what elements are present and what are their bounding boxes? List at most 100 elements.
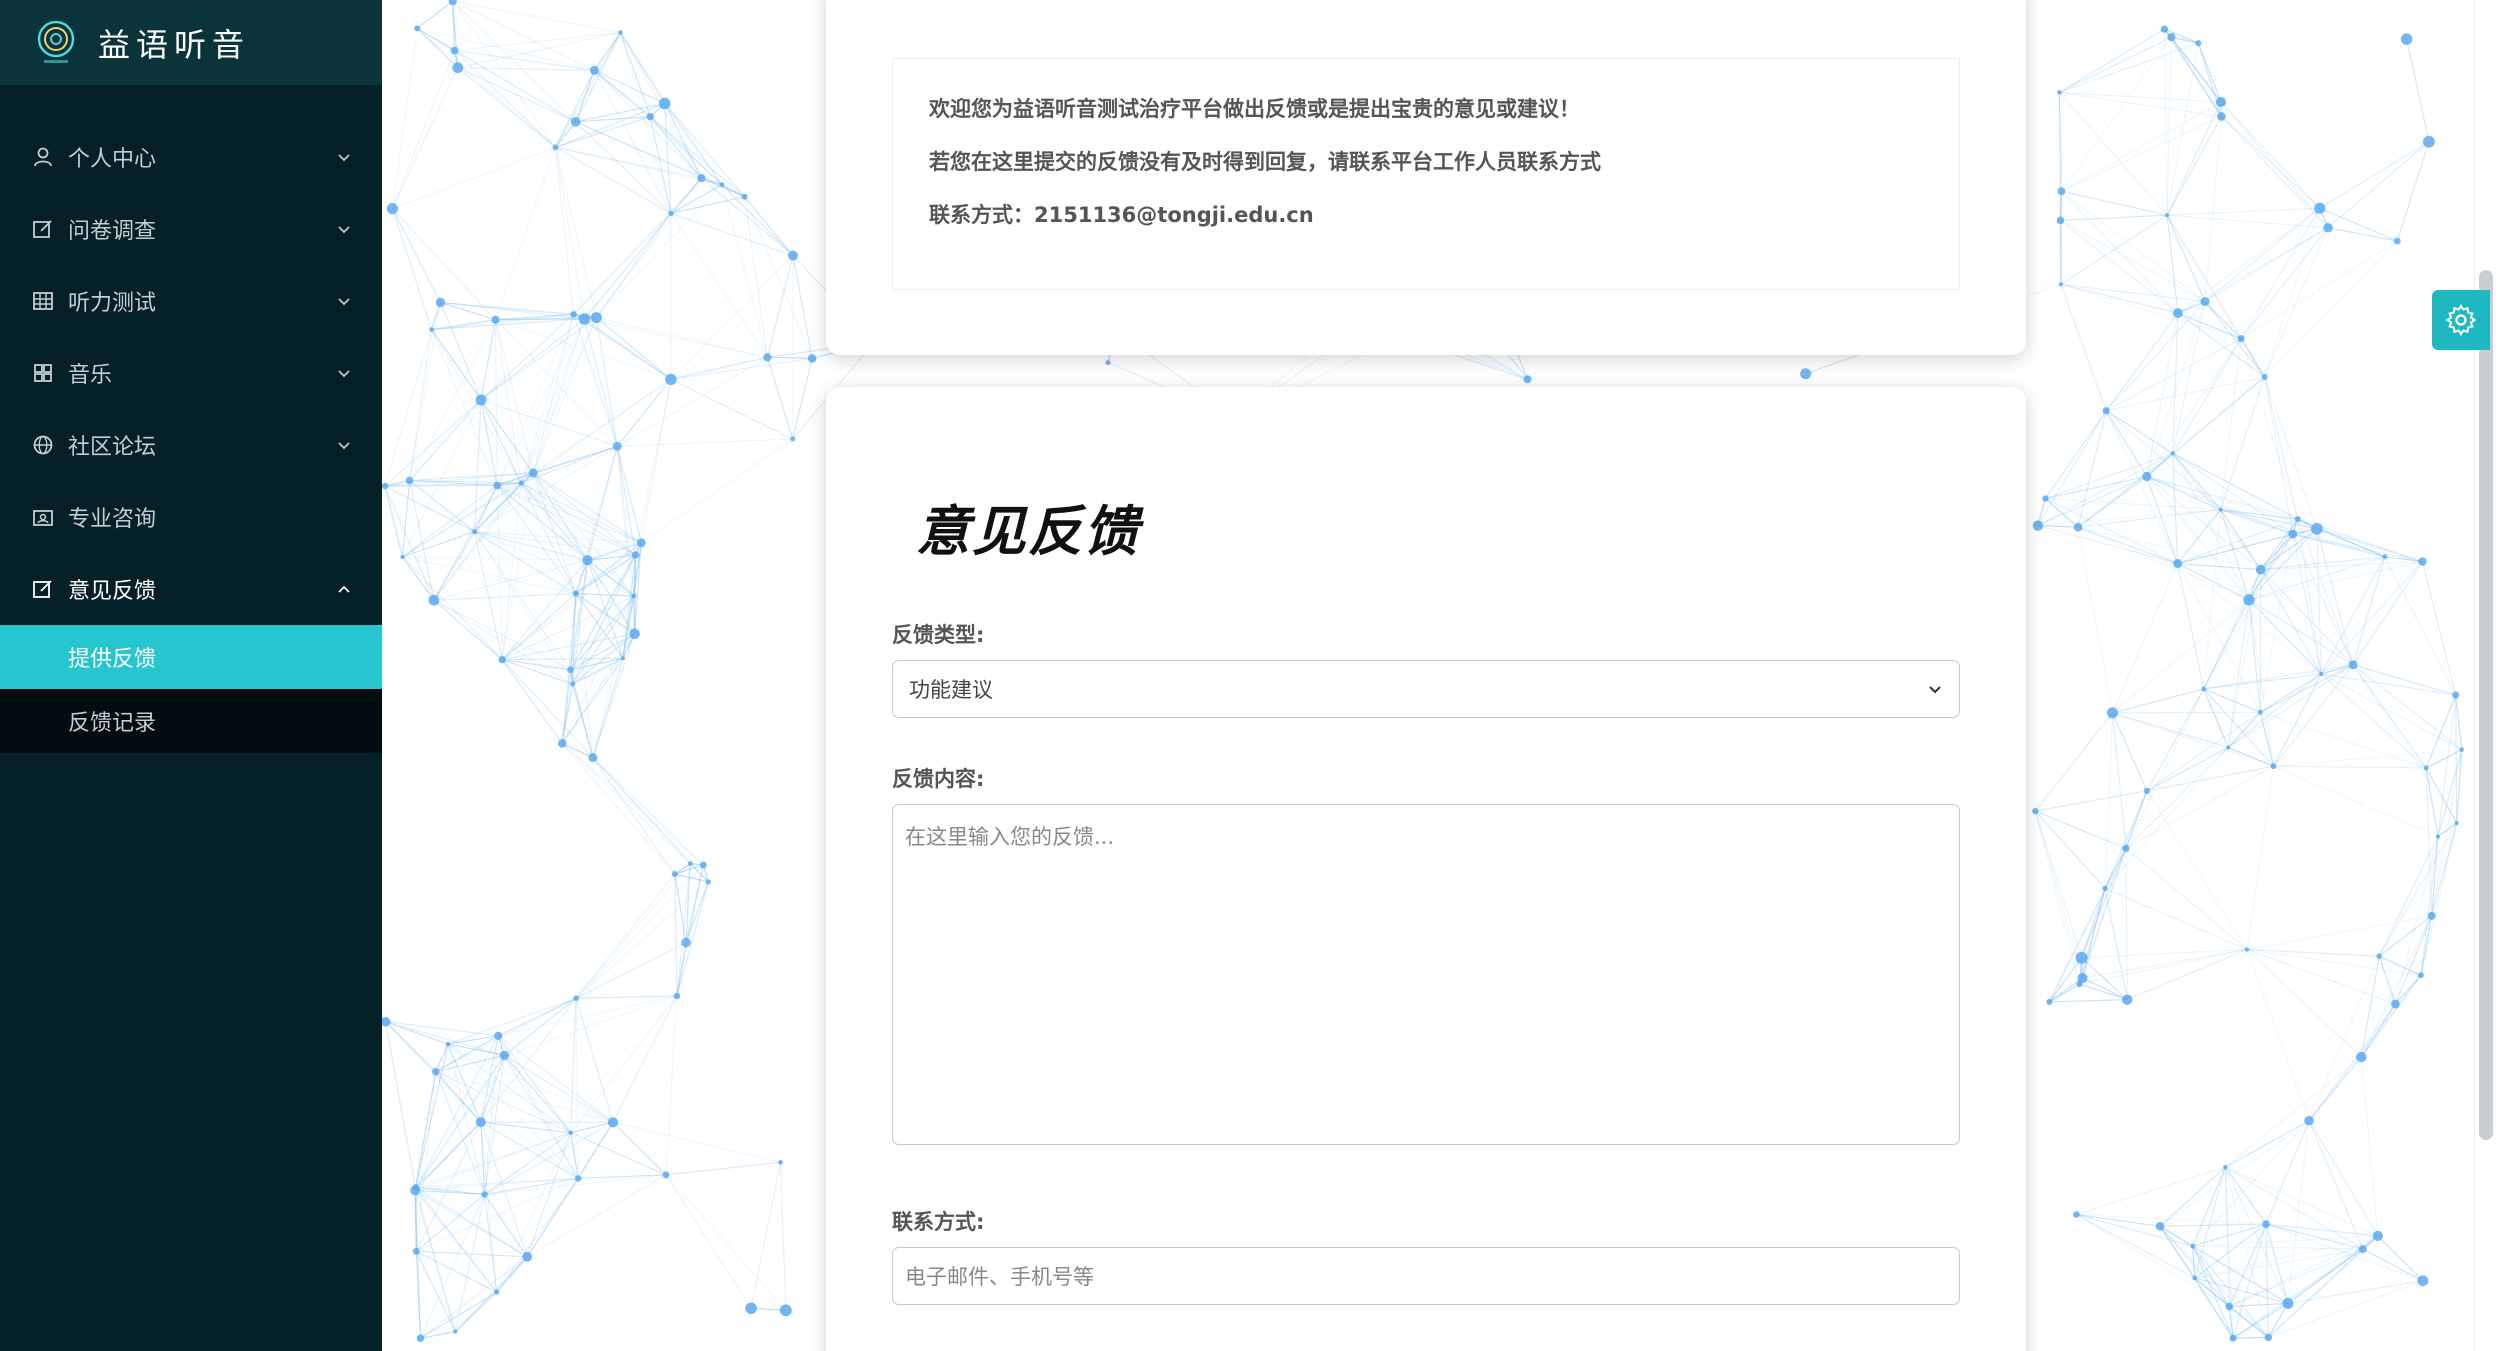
network-line [616, 446, 642, 543]
network-line [480, 1121, 528, 1257]
sidebar-item-consult[interactable]: 专业咨询 [0, 481, 382, 553]
network-line [2327, 227, 2398, 242]
network-node [1105, 360, 1111, 366]
sidebar-item-label: 专业咨询 [68, 507, 157, 532]
network-node [665, 373, 677, 386]
sidebar-item-forum[interactable]: 社区论坛 [0, 409, 382, 481]
network-node [528, 468, 538, 478]
network-line [503, 1055, 579, 1179]
network-node [475, 394, 487, 406]
network-line [2248, 561, 2423, 601]
network-node [570, 681, 575, 687]
network-line [2320, 561, 2423, 675]
network-node [518, 480, 524, 486]
network-line [2125, 765, 2274, 849]
feedback-content-textarea[interactable]: 在这里输入您的反馈... [892, 804, 1960, 1145]
network-node [2282, 1297, 2294, 1309]
contact-input[interactable]: 电子邮件、手机号等 [892, 1247, 1960, 1305]
network-line [409, 480, 435, 601]
network-node [2417, 972, 2424, 979]
network-node [658, 97, 671, 110]
network-node [435, 297, 446, 308]
network-line [2048, 848, 2127, 1003]
network-line [2204, 116, 2222, 302]
network-line [2240, 227, 2329, 339]
edit-icon [33, 580, 52, 598]
network-line [2037, 475, 2148, 527]
network-line [2259, 534, 2294, 713]
sidebar-item-music[interactable]: 音乐 [0, 337, 382, 409]
network-line [2287, 1120, 2310, 1304]
network-node [414, 25, 421, 32]
network-node [2075, 951, 2088, 964]
network-line [452, 0, 621, 34]
network-line [592, 757, 676, 875]
network-line [2034, 810, 2081, 985]
network-node [498, 656, 506, 664]
network-line [526, 1132, 572, 1257]
network-line [384, 399, 482, 487]
network-line [2060, 283, 2206, 303]
network-line [2111, 712, 2127, 849]
network-line [2221, 116, 2329, 229]
settings-button[interactable] [2432, 290, 2490, 350]
network-line [2265, 1224, 2269, 1338]
network-line [2059, 91, 2222, 103]
network-line [592, 633, 636, 758]
network-node [697, 173, 706, 183]
network-line [575, 863, 691, 999]
network-line [2292, 534, 2322, 675]
network-line [2352, 664, 2463, 751]
network-node [2122, 994, 2133, 1005]
network-line [2308, 1003, 2396, 1121]
network-node [2435, 834, 2441, 839]
network-line [2192, 1166, 2226, 1247]
network-line [2225, 1166, 2364, 1250]
network-line [2260, 533, 2294, 570]
network-node [431, 1067, 440, 1076]
sidebar-item-feedback-history[interactable]: 反馈记录 [0, 689, 382, 753]
network-node [2237, 335, 2245, 343]
sidebar-item-hearing-test[interactable]: 听力测试 [0, 265, 382, 337]
network-line [616, 379, 672, 447]
network-line [2037, 410, 2107, 526]
contact-label: 联系方式: [892, 1210, 985, 1234]
network-node [2393, 237, 2401, 245]
network-node [2323, 222, 2333, 233]
scrollbar-thumb[interactable] [2479, 270, 2493, 1140]
network-line [2111, 712, 2148, 792]
network-line [384, 329, 433, 487]
network-line [2167, 207, 2320, 216]
network-node [2255, 564, 2266, 575]
network-line [2319, 141, 2430, 209]
network-line [2378, 956, 2396, 1005]
network-line [670, 213, 768, 358]
network-line [2267, 1303, 2289, 1338]
sidebar-item-label: 社区论坛 [68, 435, 157, 460]
network-line [2076, 1166, 2226, 1216]
network-line [2146, 711, 2261, 792]
network-line [2111, 563, 2179, 714]
form-title: 意见反馈 [916, 500, 1140, 563]
sidebar-item-feedback[interactable]: 意见反馈 [0, 553, 382, 625]
network-line [2061, 101, 2222, 192]
network-line [2166, 215, 2206, 302]
network-line [619, 32, 672, 214]
sidebar-item-profile[interactable]: 个人中心 [0, 121, 382, 193]
network-line [792, 255, 813, 359]
globe-icon [33, 435, 53, 455]
network-node [699, 861, 707, 869]
network-line [2268, 1280, 2424, 1338]
network-line [2228, 747, 2274, 767]
network-line [415, 1177, 579, 1191]
sidebar-item-provide-feedback[interactable]: 提供反馈 [0, 625, 382, 689]
network-node [687, 861, 693, 866]
network-line [670, 356, 768, 380]
page-scrollbar[interactable] [2474, 0, 2500, 1351]
network-line [480, 997, 577, 1123]
sidebar-item-survey[interactable]: 问卷调查 [0, 193, 382, 265]
network-node [2225, 1302, 2234, 1311]
network-line [2232, 1223, 2267, 1339]
network-node [2304, 1115, 2314, 1126]
feedback-type-select[interactable]: 功能建议 [892, 660, 1960, 718]
